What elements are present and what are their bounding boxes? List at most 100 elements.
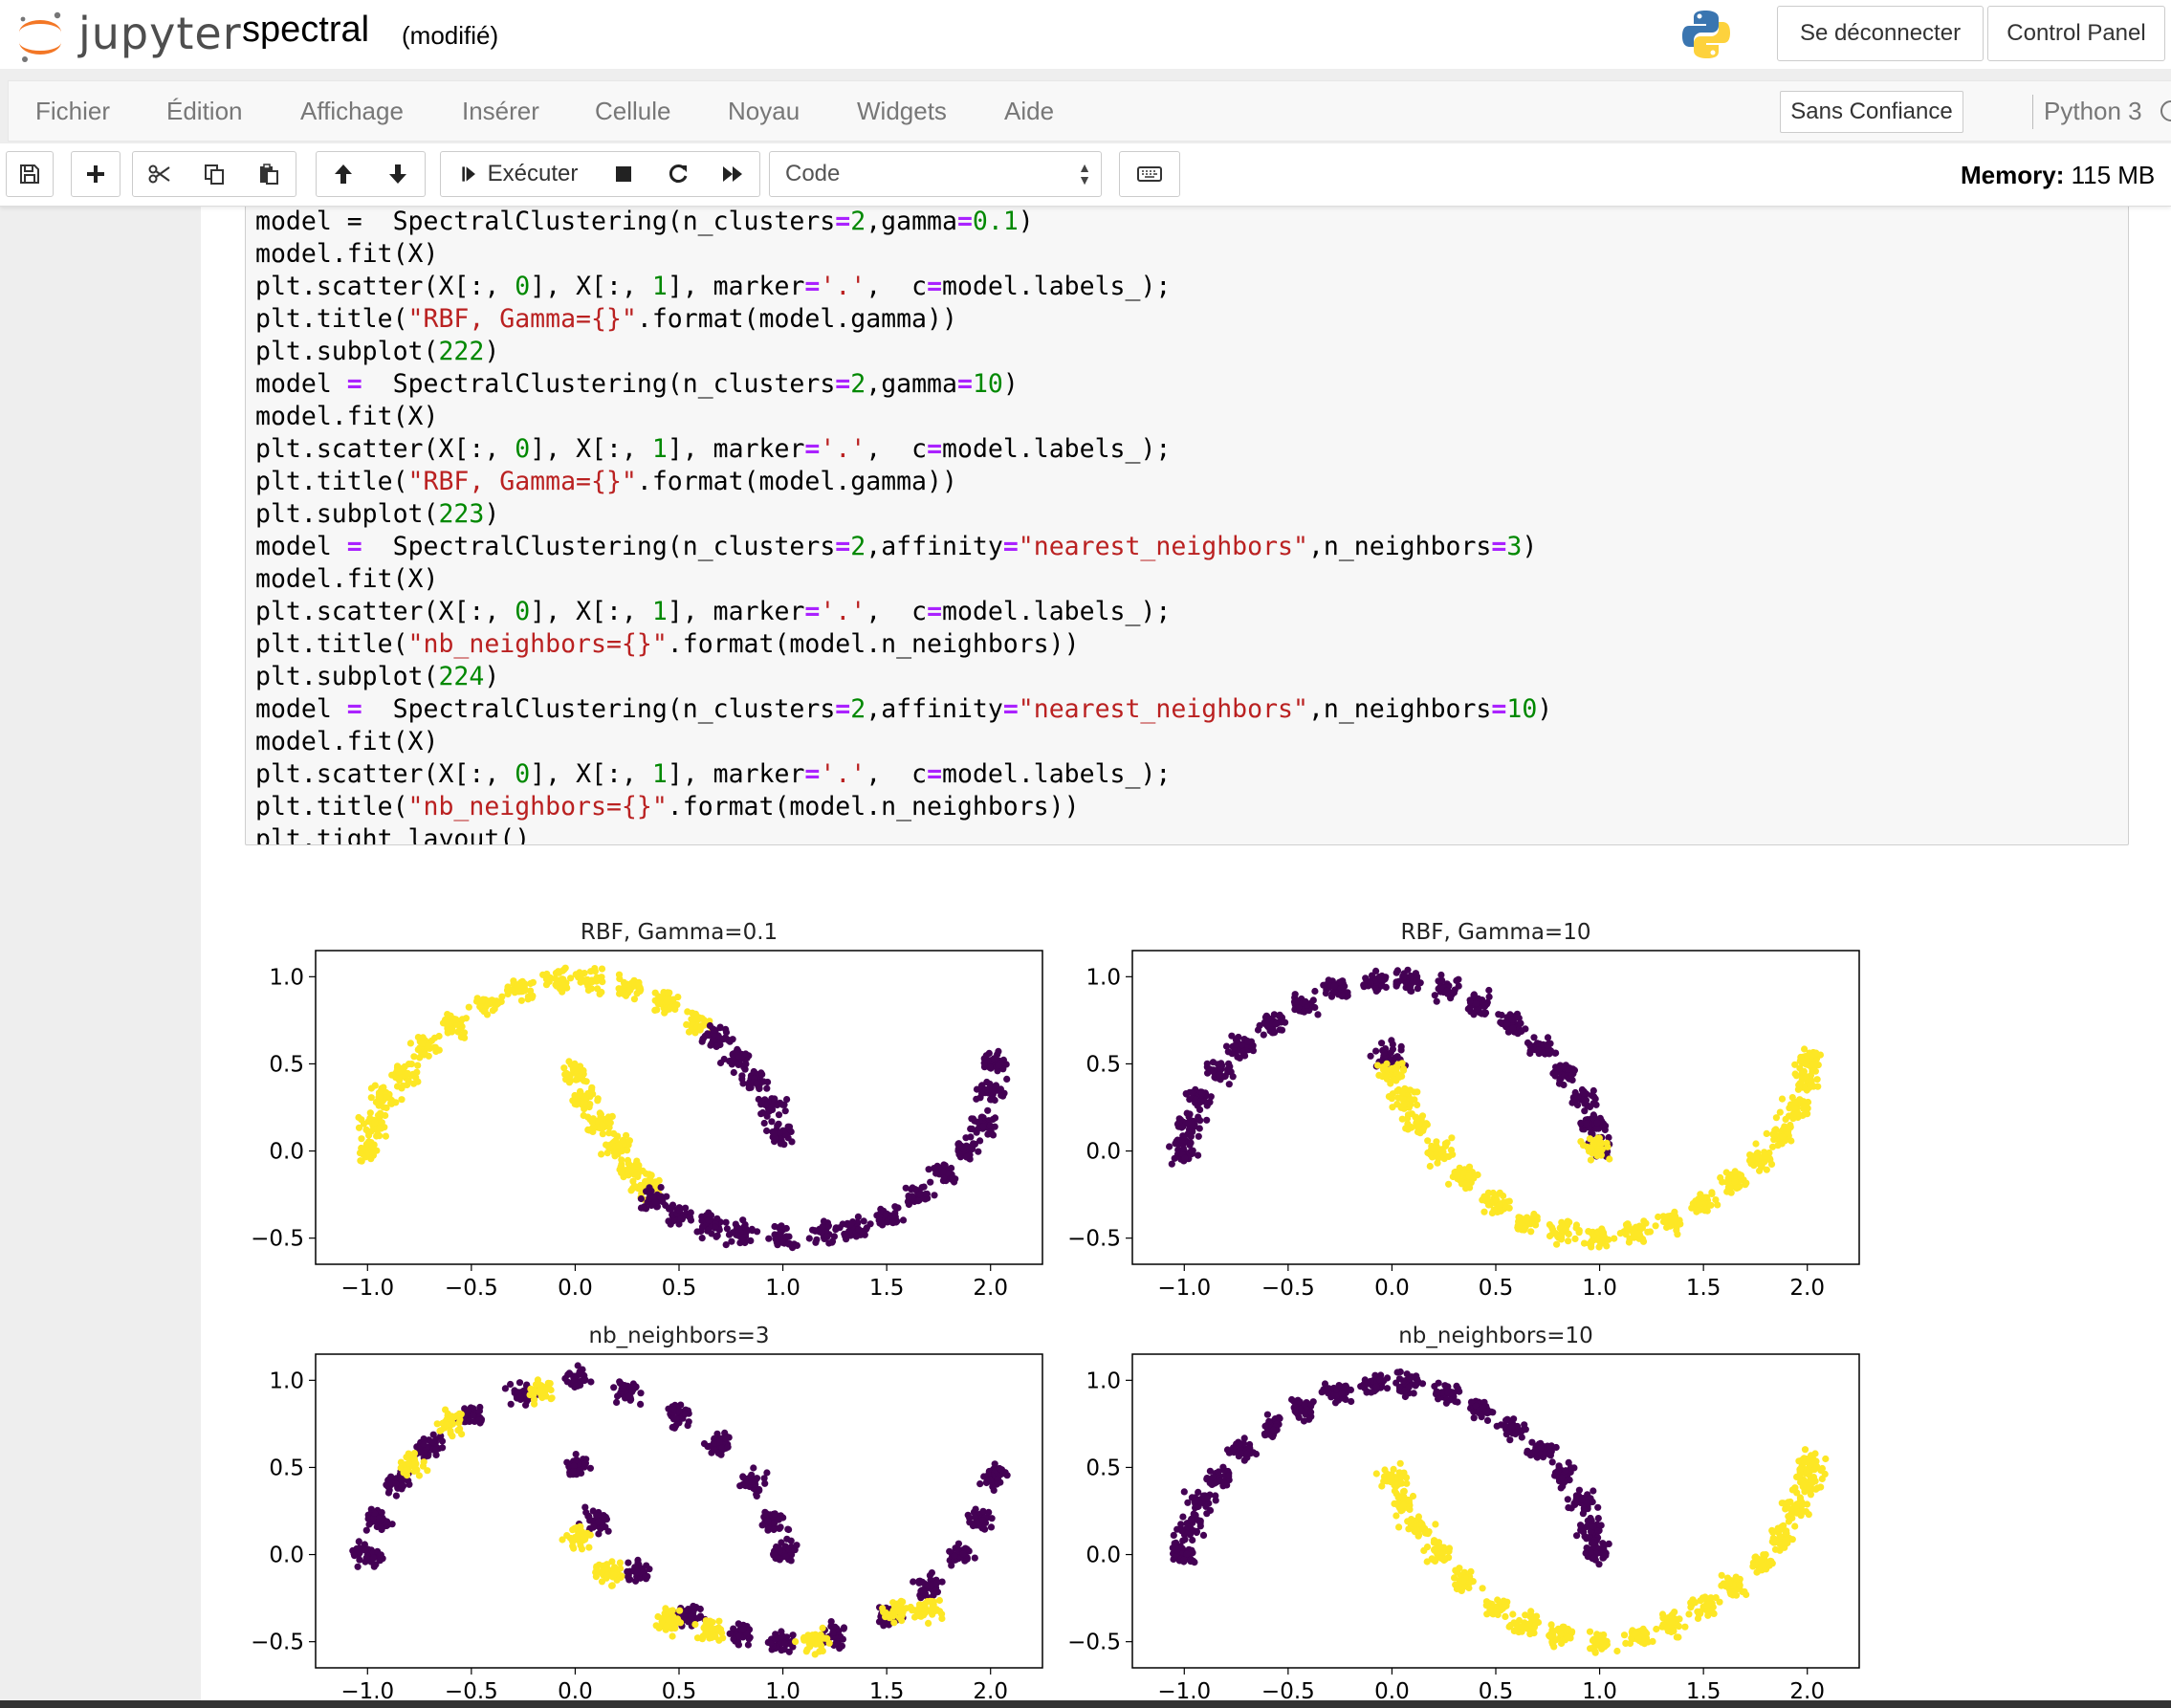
data-point-jitter — [976, 1480, 984, 1488]
x-tick-label: −1.0 — [340, 1276, 394, 1301]
menu-kernel[interactable]: Noyau — [728, 97, 800, 126]
x-tick-label: 0.5 — [662, 1679, 697, 1700]
subplot-2: RBF, Gamma=10−1.0 −0.5 0.0 0.5 1.0 1.5 2.01.00… — [1067, 920, 1860, 1301]
code-token: = — [804, 597, 821, 626]
notebook-title[interactable]: spectral — [242, 10, 369, 51]
code-token: plt.subplot( — [255, 499, 439, 529]
data-point-jitter — [830, 1233, 839, 1240]
code-cell[interactable]: model = SpectralClustering(n_clusters=2,… — [245, 207, 2129, 845]
insert-cell-button[interactable] — [71, 151, 121, 197]
data-point-jitter — [854, 1213, 863, 1220]
data-point-jitter — [618, 1169, 625, 1176]
logout-button[interactable]: Se déconnecter — [1777, 6, 1984, 61]
data-point-jitter — [515, 1379, 524, 1387]
restart-run-all-button[interactable] — [705, 151, 760, 197]
data-point-jitter — [771, 1095, 778, 1103]
data-point-jitter — [959, 1550, 967, 1558]
code-token: model.labels_); — [942, 759, 1172, 789]
data-point-jitter — [1731, 1168, 1739, 1175]
data-point-jitter — [1404, 966, 1412, 974]
data-point-jitter — [595, 1518, 603, 1525]
menu-help[interactable]: Aide — [1004, 97, 1054, 126]
trust-button[interactable]: Sans Confiance — [1780, 91, 1963, 133]
menu-view[interactable]: Affichage — [300, 97, 404, 126]
data-point-jitter — [987, 1096, 995, 1104]
data-point-jitter — [665, 1217, 672, 1225]
data-point-jitter — [972, 1505, 979, 1513]
data-point-jitter — [1796, 1057, 1804, 1064]
data-point-jitter — [905, 1193, 913, 1201]
data-point-jitter — [1568, 1071, 1575, 1080]
menu-edit[interactable]: Édition — [166, 97, 243, 126]
data-point-jitter — [1577, 1522, 1585, 1529]
copy-button[interactable] — [186, 151, 242, 197]
data-point-jitter — [787, 1537, 795, 1544]
data-point-jitter — [987, 1523, 996, 1531]
scatter-points — [355, 964, 1011, 1252]
data-point-jitter — [784, 1123, 792, 1130]
interrupt-button[interactable] — [596, 151, 651, 197]
data-point-jitter — [852, 1233, 861, 1240]
code-token: model.fit(X) — [255, 239, 439, 269]
data-point-jitter — [377, 1523, 384, 1531]
data-point-jitter — [735, 1226, 743, 1234]
data-point-jitter — [1265, 1417, 1273, 1425]
command-palette-button[interactable] — [1119, 151, 1180, 197]
data-point-jitter — [578, 1545, 586, 1553]
data-point-jitter — [625, 1167, 633, 1174]
move-down-button[interactable] — [370, 151, 426, 197]
cut-button[interactable] — [132, 151, 187, 197]
data-point-jitter — [939, 1168, 947, 1175]
notebook-container[interactable]: model = SpectralClustering(n_clusters=2,… — [0, 207, 2171, 1700]
control-panel-button[interactable]: Control Panel — [1987, 6, 2165, 61]
cell-type-select[interactable]: Code ▲ ▼ — [769, 151, 1102, 197]
data-point-jitter — [374, 1130, 382, 1138]
data-point-jitter — [1401, 1392, 1409, 1401]
data-point-jitter — [713, 1042, 720, 1050]
data-point-jitter — [776, 1547, 784, 1555]
data-point-jitter — [955, 1150, 963, 1158]
menu-insert[interactable]: Insérer — [462, 97, 539, 126]
code-editor[interactable]: model = SpectralClustering(n_clusters=2,… — [255, 207, 1552, 844]
data-point-jitter — [588, 1118, 596, 1127]
menu-file[interactable]: Fichier — [35, 97, 110, 126]
code-token: "RBF, Gamma={}" — [407, 467, 637, 496]
data-point-jitter — [469, 1412, 477, 1419]
restart-button[interactable] — [650, 151, 706, 197]
data-point-jitter — [1530, 1212, 1538, 1219]
code-token: 1 — [651, 434, 668, 464]
data-point-jitter — [599, 1121, 606, 1128]
data-point-jitter — [1408, 1373, 1415, 1381]
code-line: model = SpectralClustering(n_clusters=2,… — [255, 207, 1552, 238]
menu-cell[interactable]: Cellule — [595, 97, 671, 126]
data-point-jitter — [1225, 1081, 1233, 1088]
data-point-jitter — [1593, 1119, 1601, 1127]
move-up-button[interactable] — [316, 151, 371, 197]
run-button[interactable]: Exécuter — [440, 151, 597, 197]
code-token: = — [346, 532, 362, 561]
menu-widgets[interactable]: Widgets — [857, 97, 947, 126]
data-point-jitter — [436, 1427, 444, 1434]
data-point-jitter — [1170, 1531, 1177, 1539]
data-point-jitter — [1578, 1496, 1586, 1503]
data-point-jitter — [1482, 1408, 1490, 1415]
data-point-jitter — [655, 1624, 663, 1631]
data-point-jitter — [1185, 1119, 1193, 1127]
data-point-jitter — [1474, 1171, 1481, 1179]
code-token: model.fit(X) — [255, 402, 439, 431]
data-point-jitter — [1802, 1110, 1809, 1118]
data-point-jitter — [1575, 1486, 1583, 1494]
data-point-jitter — [406, 1480, 413, 1488]
data-point-jitter — [601, 1513, 608, 1521]
data-point-jitter — [1438, 1150, 1446, 1158]
kernel-name[interactable]: Python 3 — [2044, 97, 2142, 126]
jupyter-logo[interactable]: jupyter — [11, 6, 241, 63]
code-line: model = SpectralClustering(n_clusters=2,… — [255, 693, 1552, 726]
paste-button[interactable] — [241, 151, 296, 197]
data-point-jitter — [715, 1617, 723, 1625]
data-point-jitter — [1330, 982, 1338, 990]
code-token: 223 — [438, 499, 485, 529]
save-button[interactable] — [6, 151, 54, 197]
code-token: plt.scatter(X[:, — [255, 434, 515, 464]
data-point-jitter — [733, 1048, 740, 1056]
